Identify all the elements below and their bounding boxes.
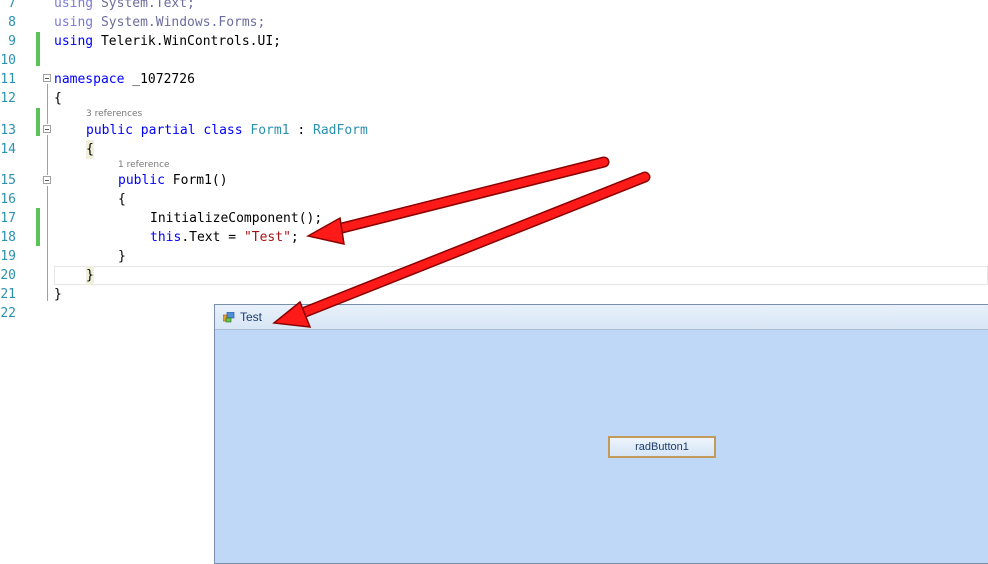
code-text: } — [86, 266, 94, 285]
codelens-references[interactable]: 1 reference — [118, 159, 170, 171]
code-line: 13 public partial class Form1 : RadForm — [0, 121, 988, 140]
code-line: 14 { — [0, 140, 988, 159]
code-text: namespace _1072726 — [54, 72, 195, 87]
line-number: 22 — [0, 306, 16, 321]
line-number: 9 — [8, 34, 16, 49]
code-line: 15 public Form1() — [0, 171, 988, 190]
code-text: public partial class Form1 : RadForm — [86, 123, 368, 138]
code-text: public Form1() — [118, 173, 228, 188]
line-number: 18 — [0, 230, 16, 245]
code-text: using Telerik.WinControls.UI; — [54, 34, 281, 49]
code-line: 19 } — [0, 247, 988, 266]
code-line: 8 using System.Windows.Forms; — [0, 13, 988, 32]
code-text: using System.Windows.Forms; — [54, 15, 266, 30]
code-line: 11 namespace _1072726 — [0, 70, 988, 89]
line-number: 10 — [0, 53, 16, 68]
line-number: 7 — [8, 0, 16, 11]
code-line: 10 — [0, 51, 988, 70]
code-text: { — [86, 140, 94, 159]
code-text: this.Text = "Test"; — [150, 230, 299, 245]
line-number: 12 — [0, 91, 16, 106]
form-window[interactable]: Test radButton1 — [214, 304, 988, 564]
code-text: } — [118, 249, 126, 264]
line-number: 15 — [0, 173, 16, 188]
code-line: 21 } — [0, 285, 988, 304]
code-text: { — [54, 91, 62, 106]
code-text: using System.Text; — [54, 0, 195, 11]
line-number: 19 — [0, 249, 16, 264]
code-line: 9 using Telerik.WinControls.UI; — [0, 32, 988, 51]
code-line: 17 InitializeComponent(); — [0, 209, 988, 228]
line-number: 14 — [0, 142, 16, 157]
code-line: 16 { — [0, 190, 988, 209]
line-number: 20 — [0, 268, 16, 283]
code-text: InitializeComponent(); — [150, 211, 323, 226]
code-line: 18 this.Text = "Test"; — [0, 228, 988, 247]
line-number: 17 — [0, 211, 16, 226]
codelens-references[interactable]: 3 references — [86, 108, 142, 120]
form-title-bar[interactable]: Test — [215, 305, 988, 330]
rad-button[interactable]: radButton1 — [608, 436, 716, 458]
code-line: 12 { — [0, 89, 988, 108]
line-number: 8 — [8, 15, 16, 30]
form-app-icon — [223, 312, 235, 323]
form-title: Test — [240, 310, 263, 324]
code-text: } — [54, 287, 62, 302]
code-text: { — [118, 192, 126, 207]
line-number: 11 — [0, 72, 16, 87]
line-number: 16 — [0, 192, 16, 207]
code-line: 7 using System.Text; — [0, 0, 988, 13]
line-number: 13 — [0, 123, 16, 138]
code-line: 20 } — [0, 266, 988, 285]
line-number: 21 — [0, 287, 16, 302]
